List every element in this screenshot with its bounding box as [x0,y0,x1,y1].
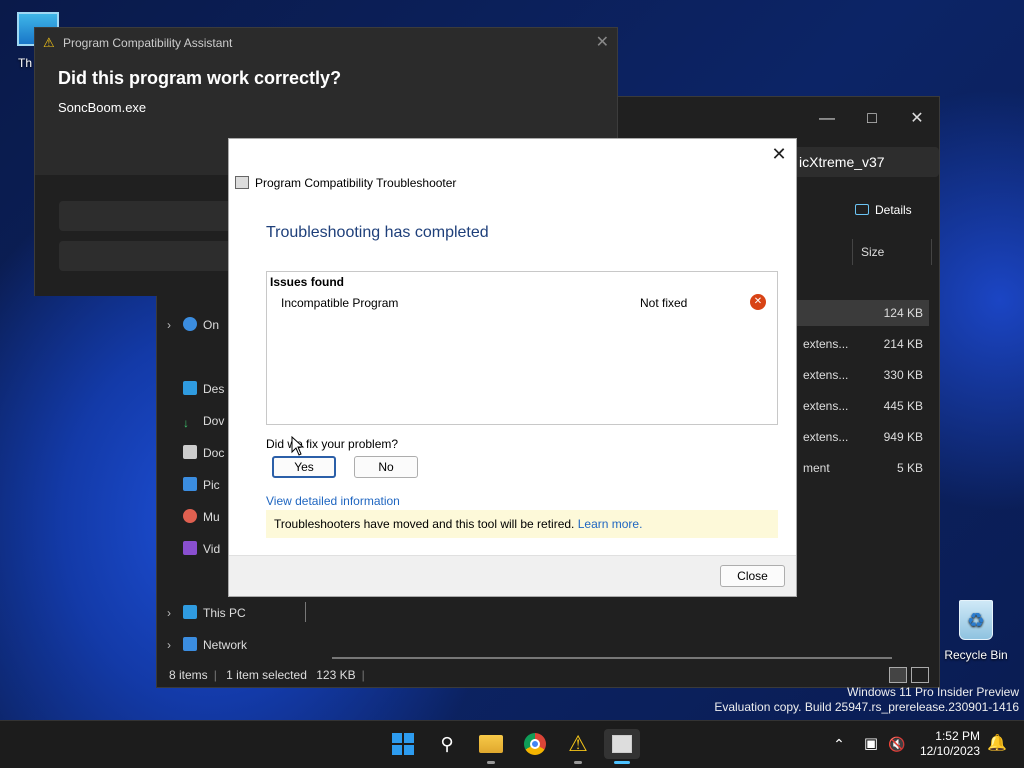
item-count: 8 items [169,668,208,682]
notification-bell-icon[interactable]: 🔔 [982,729,1012,759]
maximize-button[interactable]: □ [857,105,887,133]
chevron-up-icon[interactable]: ⌃ [824,729,854,759]
dialog-heading: Troubleshooting has completed [266,224,489,241]
windows-logo-icon [392,733,414,755]
close-icon[interactable]: ✕ [768,143,790,165]
nav-item-pictures[interactable]: Pic [167,471,220,499]
dialog-footer: Close [229,555,796,596]
issues-header: Issues found [270,275,345,289]
nav-item-music[interactable]: Mu [167,503,220,531]
evaluation-watermark: Windows 11 Pro Insider Preview Evaluatio… [714,685,1019,714]
horizontal-scrollbar[interactable] [332,657,892,659]
issue-status: Not fixed [640,296,688,310]
dialog-title: Program Compatibility Assistant [63,36,233,50]
mouse-cursor-icon [291,436,305,456]
details-view-icon[interactable] [889,667,907,683]
download-icon: ↓ [183,416,189,430]
details-pane-icon [855,204,869,215]
nav-item-videos[interactable]: Vid [167,535,220,563]
table-row[interactable]: extens... 330 KB [793,362,929,388]
volume-muted-icon[interactable]: 🔇 [882,729,912,759]
retirement-notice: Troubleshooters have moved and this tool… [266,510,778,538]
running-indicator [574,761,582,764]
table-row[interactable]: 124 KB [793,300,929,326]
column-header-size[interactable]: Size [852,239,932,265]
document-icon [183,445,197,459]
dialog-heading: Did this program work correctly? [58,68,342,88]
desktop-icon-recycle-bin[interactable]: ♻ Recycle Bin [944,600,1008,662]
chevron-right-icon: › [167,606,171,620]
notice-text: Troubleshooters have moved and this tool… [274,517,575,531]
table-row[interactable]: extens... 949 KB [793,424,929,450]
clock-time: 1:52 PM [935,729,980,743]
warning-icon[interactable]: ⚠ [563,729,593,759]
nav-pane-divider [305,602,306,622]
music-icon [183,509,197,523]
question-text: Did we fix your problem? [266,437,399,451]
table-row[interactable]: extens... 214 KB [793,331,929,357]
desktop-icon-label: Recycle Bin [944,648,1008,662]
address-bar[interactable]: icXtreme_v37 [793,147,939,177]
close-button[interactable]: ✕ [902,105,932,133]
issues-list: Issues found Incompatible Program Not fi… [266,271,778,425]
issue-name: Incompatible Program [281,296,399,310]
nav-item-downloads[interactable]: ↓ Dov [167,407,224,435]
search-icon[interactable]: ⚲ [432,729,462,759]
program-name: SoncBoom.exe [58,100,147,115]
dialog-title: Program Compatibility Troubleshooter [255,176,457,190]
pictures-icon [183,477,197,491]
recycle-bin-icon: ♻ [959,600,993,640]
desktop-folder-icon [183,381,197,395]
selection-count: 1 item selected [226,668,307,682]
table-row[interactable]: extens... 445 KB [793,393,929,419]
monitor-icon [183,605,197,619]
clock-date: 12/10/2023 [919,744,980,758]
cloud-icon [183,317,197,331]
network-icon [183,637,197,651]
troubleshooter-icon [235,176,249,189]
nav-item-desktop[interactable]: Des [167,375,224,403]
selection-size: 123 KB [316,668,356,682]
taskbar: ⚲ ⚠ ⌃ ▣ 🔇 1:52 PM 12/10/2023 🔔 [0,720,1024,768]
close-button[interactable]: ✕ [596,32,609,52]
close-button[interactable]: Close [720,565,785,587]
warning-icon: ⚠ [43,35,55,50]
minimize-button[interactable]: — [812,105,842,133]
nav-item-network[interactable]: › Network [167,631,247,659]
nav-item-documents[interactable]: Doc [167,439,224,467]
tiles-view-icon[interactable] [911,667,929,683]
running-indicator [487,761,495,764]
table-row[interactable]: ment 5 KB [793,455,929,481]
no-button[interactable]: No [354,456,418,478]
nav-item-onedrive[interactable]: › On [167,311,219,339]
troubleshooter-dialog[interactable]: ✕ Program Compatibility Troubleshooter T… [228,138,797,597]
chevron-right-icon: › [167,318,171,332]
chrome-icon[interactable] [520,729,550,759]
nav-item-this-pc[interactable]: › This PC [167,599,246,627]
error-icon: ✕ [750,294,766,310]
active-indicator [614,761,630,764]
start-button[interactable] [388,729,418,759]
details-button[interactable]: Details [855,203,912,217]
clock[interactable]: 1:52 PM 12/10/2023 [920,729,980,759]
file-explorer-icon[interactable] [476,729,506,759]
view-details-link[interactable]: View detailed information [266,494,400,508]
chevron-right-icon: › [167,638,171,652]
yes-button[interactable]: Yes [272,456,336,478]
status-bar: 8 items | 1 item selected 123 KB | [157,663,939,687]
learn-more-link[interactable]: Learn more. [578,517,643,531]
troubleshooter-taskbar-icon[interactable] [604,729,640,759]
video-icon [183,541,197,555]
